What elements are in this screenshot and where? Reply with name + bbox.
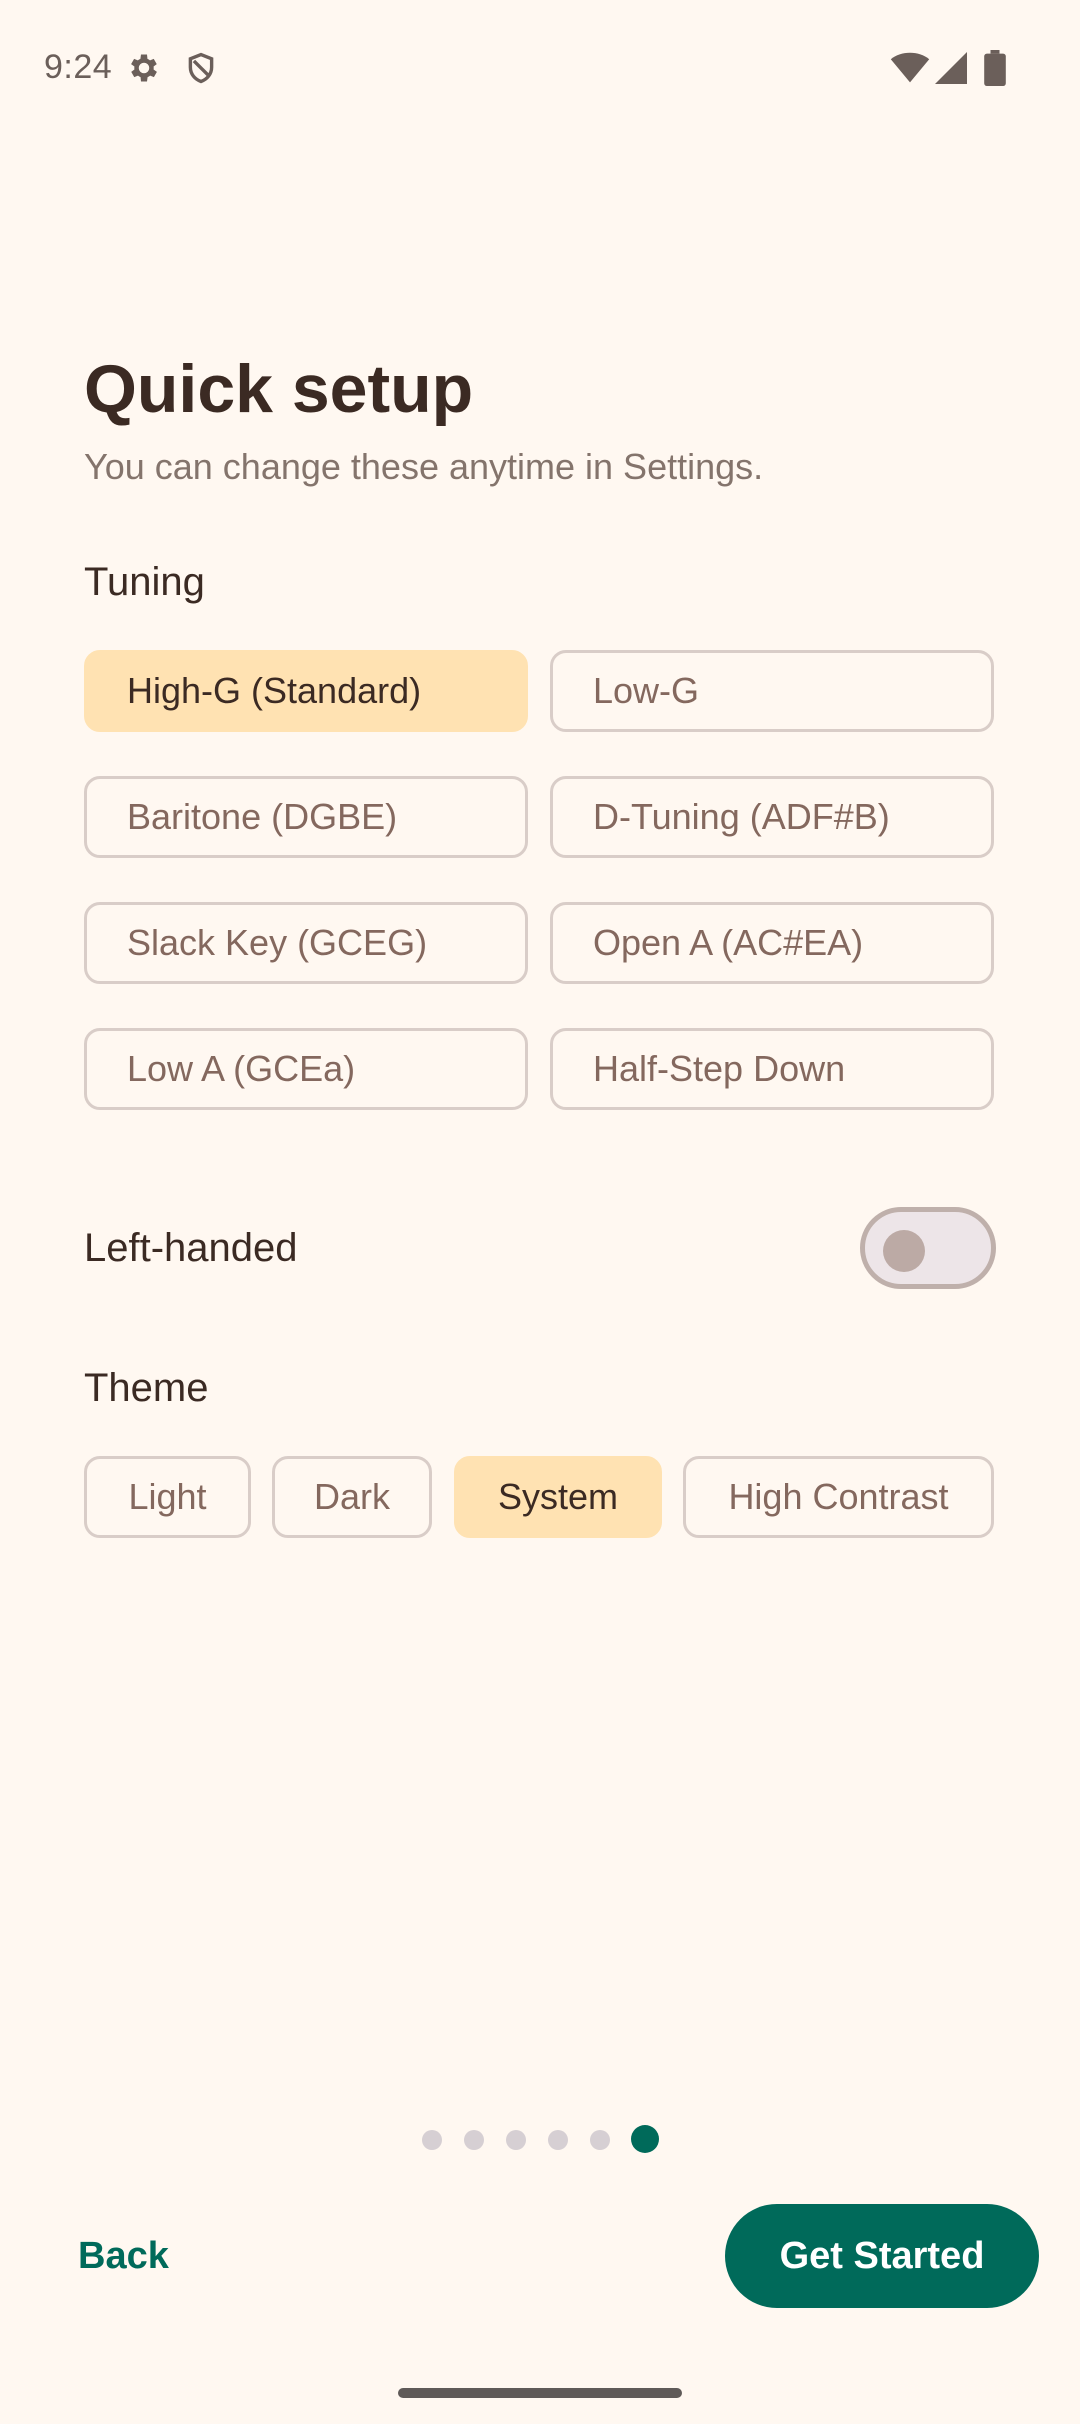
theme-option-dark[interactable]: Dark: [272, 1456, 432, 1538]
page-dot: [506, 2130, 526, 2150]
chip-label: D-Tuning (ADF#B): [593, 796, 890, 837]
page-title: Quick setup: [84, 351, 474, 427]
wifi-icon: [890, 52, 930, 89]
chip-label: High Contrast: [728, 1476, 949, 1517]
page-dot: [590, 2130, 610, 2150]
page-dot: [422, 2130, 442, 2150]
tuning-option-open-a[interactable]: Open A (AC#EA): [550, 902, 994, 984]
left-handed-label: Left-handed: [84, 1226, 298, 1270]
chip-label: Light: [128, 1476, 207, 1517]
home-indicator[interactable]: [398, 2388, 682, 2398]
tuning-section-label: Tuning: [84, 560, 205, 604]
page-dot: [464, 2130, 484, 2150]
page-subtitle: You can change these anytime in Settings…: [84, 446, 764, 487]
chip-label: Low-G: [593, 670, 700, 711]
theme-section-label: Theme: [84, 1366, 209, 1410]
chip-label: Open A (AC#EA): [593, 922, 864, 963]
tuning-option-baritone[interactable]: Baritone (DGBE): [84, 776, 528, 858]
tuning-option-low-g[interactable]: Low-G: [550, 650, 994, 732]
get-started-button[interactable]: Get Started: [725, 2204, 1039, 2308]
page-dot-active: [631, 2125, 659, 2153]
theme-option-light[interactable]: Light: [84, 1456, 251, 1538]
chip-label: High-G (Standard): [127, 670, 422, 711]
tuning-option-slack-key[interactable]: Slack Key (GCEG): [84, 902, 528, 984]
tuning-option-low-a[interactable]: Low A (GCEa): [84, 1028, 528, 1110]
tuning-option-high-g[interactable]: High-G (Standard): [84, 650, 528, 732]
left-handed-toggle[interactable]: [860, 1207, 996, 1289]
page-indicator: [0, 2124, 1080, 2154]
chip-label: Low A (GCEa): [127, 1048, 356, 1089]
battery-icon: [984, 50, 1006, 91]
chip-label: System: [497, 1476, 619, 1517]
status-bar: 9:24: [0, 0, 1080, 140]
theme-option-high-contrast[interactable]: High Contrast: [683, 1456, 994, 1538]
tuning-option-half-step-down[interactable]: Half-Step Down: [550, 1028, 994, 1110]
chip-label: Baritone (DGBE): [127, 796, 398, 837]
status-time: 9:24: [44, 48, 113, 86]
cellular-signal-icon: [934, 52, 968, 89]
chip-label: Slack Key (GCEG): [127, 922, 428, 963]
page-dot: [548, 2130, 568, 2150]
theme-option-system[interactable]: System: [454, 1456, 662, 1538]
chip-label: Half-Step Down: [593, 1048, 846, 1089]
back-button[interactable]: Back: [60, 2216, 187, 2296]
toggle-knob: [883, 1230, 925, 1272]
tuning-option-d-tuning[interactable]: D-Tuning (ADF#B): [550, 776, 994, 858]
shield-icon: [184, 50, 218, 91]
gear-icon: [126, 50, 162, 91]
chip-label: Dark: [313, 1476, 390, 1517]
